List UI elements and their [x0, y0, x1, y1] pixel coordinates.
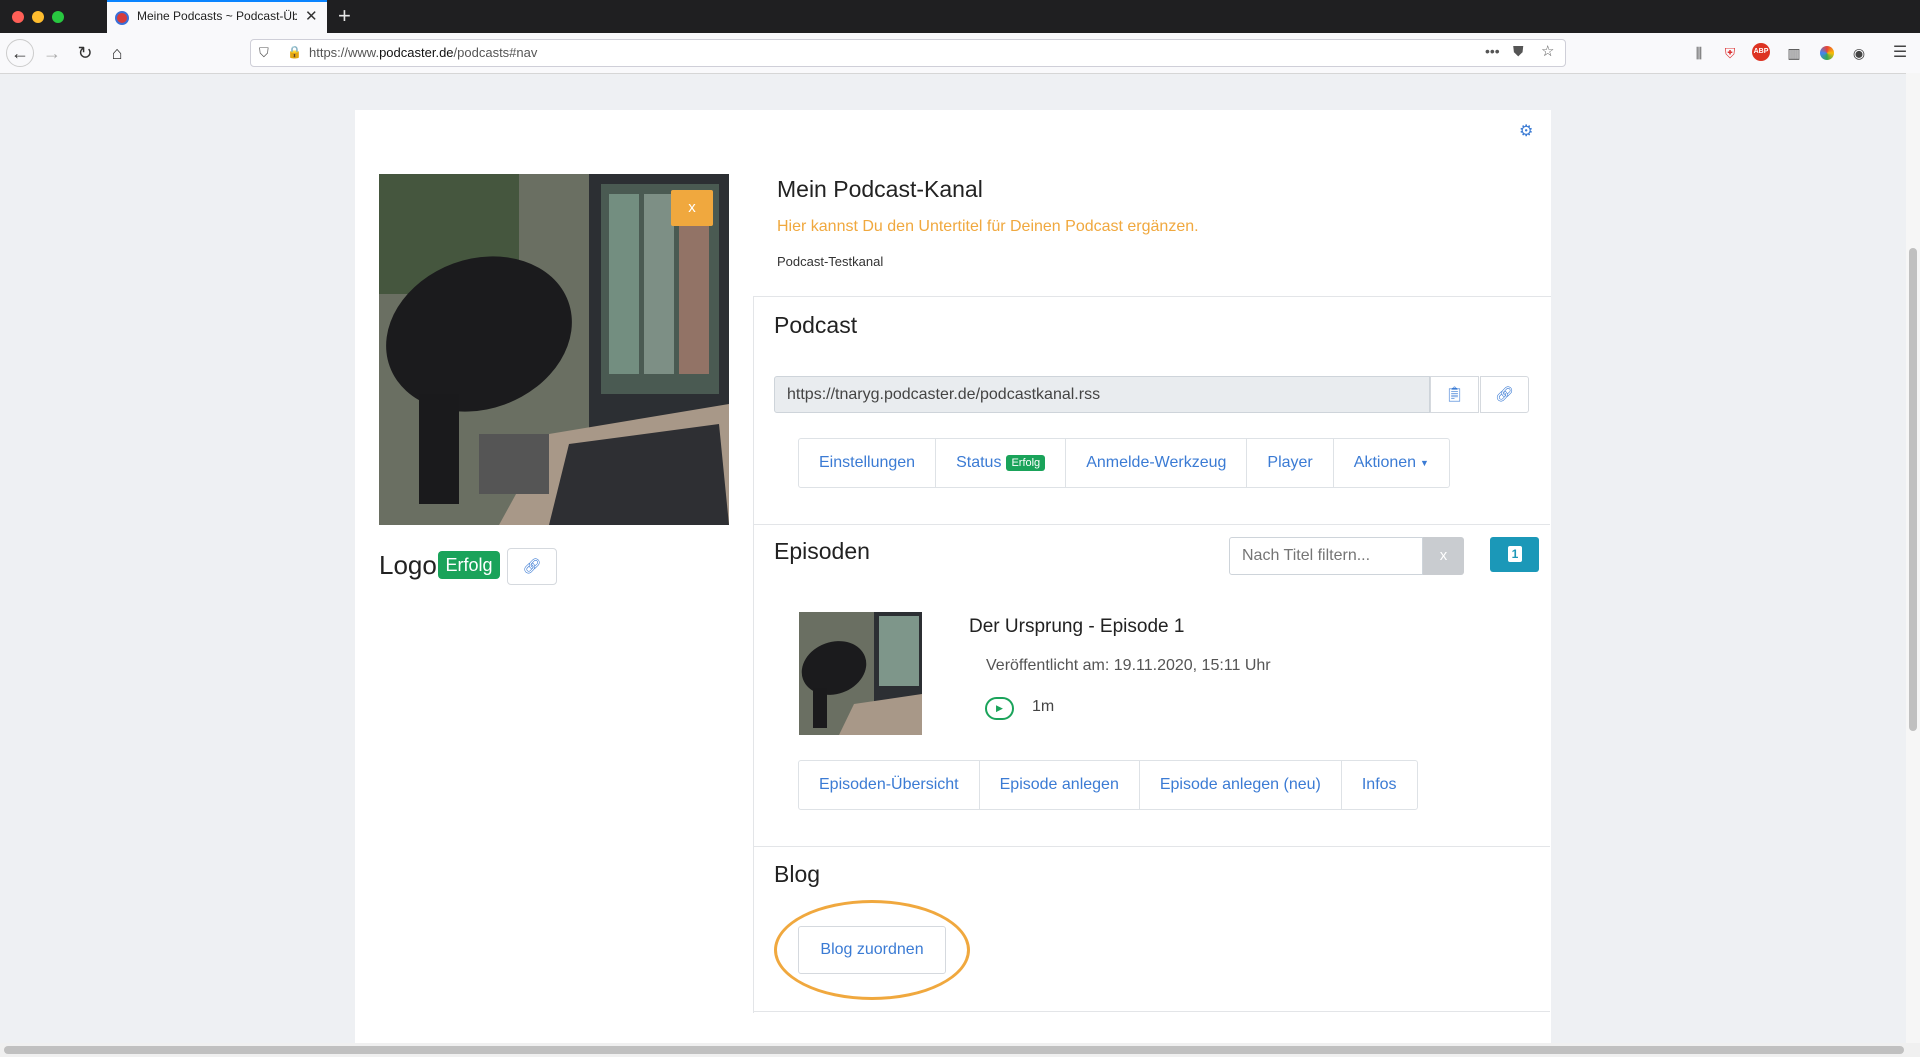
- vertical-scrollbar[interactable]: [1906, 73, 1920, 1043]
- actions-label: Aktionen: [1353, 454, 1417, 471]
- player-tab[interactable]: Player: [1247, 439, 1334, 487]
- logo-label: Logo: [379, 550, 437, 580]
- podcast-status-tab[interactable]: Status Erfolg: [936, 439, 1067, 487]
- horizontal-scrollbar-thumb[interactable]: [4, 1046, 1904, 1054]
- lock-icon[interactable]: 🔒: [287, 45, 302, 59]
- remove-cover-button[interactable]: x: [671, 190, 713, 226]
- link-icon: 🔗︎: [522, 558, 542, 575]
- browser-tab[interactable]: Meine Podcasts ~ Podcast-Übe ✕: [107, 0, 327, 33]
- adblock-icon[interactable]: ABP: [1752, 43, 1770, 61]
- gear-icon[interactable]: ⚙: [1519, 121, 1533, 141]
- episode-title[interactable]: Der Ursprung - Episode 1: [969, 616, 1184, 638]
- feed-url-text: https://tnaryg.podcaster.de/podcastkanal…: [787, 386, 1101, 403]
- status-tab-label: Status: [956, 454, 1002, 471]
- episode-count-button[interactable]: 1: [1490, 537, 1539, 572]
- minimize-window-button[interactable]: [32, 11, 44, 23]
- back-icon[interactable]: ←: [6, 39, 34, 67]
- create-episode-new-tab[interactable]: Episode anlegen (neu): [1140, 761, 1342, 809]
- copy-feed-button[interactable]: 📋︎: [1430, 376, 1479, 413]
- episode-thumbnail[interactable]: [799, 612, 922, 735]
- feed-url-field[interactable]: https://tnaryg.podcaster.de/podcastkanal…: [774, 376, 1430, 413]
- channel-name: Podcast-Testkanal: [777, 254, 884, 269]
- account-icon[interactable]: ◉: [1849, 43, 1869, 63]
- episode-published: Veröffentlicht am: 19.11.2020, 15:11 Uhr: [986, 657, 1271, 674]
- library-icon[interactable]: ⫼: [1689, 43, 1709, 63]
- caret-down-icon: ▼: [1420, 458, 1429, 468]
- section-divider: [753, 846, 1550, 847]
- tab-title: Meine Podcasts ~ Podcast-Übe: [137, 9, 297, 23]
- section-divider: [753, 1011, 1550, 1012]
- url-text[interactable]: https://www.podcaster.de/podcasts#nav: [309, 45, 537, 60]
- browser-tab-bar: Meine Podcasts ~ Podcast-Übe ✕ +: [0, 0, 1920, 33]
- infos-tab[interactable]: Infos: [1342, 761, 1417, 809]
- podcast-heading: Podcast: [774, 312, 858, 338]
- status-badge: Erfolg: [1006, 455, 1046, 471]
- zoom-window-button[interactable]: [52, 11, 64, 23]
- submit-tool-tab[interactable]: Anmelde-Werkzeug: [1066, 439, 1248, 487]
- new-tab-icon[interactable]: +: [338, 3, 351, 29]
- channel-title: Mein Podcast-Kanal: [777, 176, 983, 202]
- address-bar[interactable]: ⛉ 🔒 https://www.podcaster.de/podcasts#na…: [250, 39, 1566, 67]
- pocket-icon[interactable]: ⛊: [1513, 43, 1524, 60]
- play-icon[interactable]: ▶: [985, 697, 1014, 720]
- horizontal-scrollbar[interactable]: [0, 1043, 1920, 1057]
- tab-close-icon[interactable]: ✕: [305, 7, 318, 25]
- shield-icon[interactable]: ⛉: [259, 45, 269, 61]
- open-feed-button[interactable]: 🔗︎: [1480, 376, 1529, 413]
- blog-heading: Blog: [774, 861, 821, 887]
- site-favicon-icon: [115, 11, 129, 25]
- episodes-nav: Episoden-Übersicht Episode anlegen Episo…: [798, 760, 1418, 810]
- episodes-heading: Episoden: [774, 538, 870, 564]
- podcast-nav: Einstellungen Status Erfolg Anmelde-Werk…: [798, 438, 1450, 488]
- forward-icon[interactable]: →: [38, 39, 66, 67]
- browser-toolbar: ← → ↻ ⌂ ⛉ 🔒 https://www.podcaster.de/pod…: [0, 33, 1920, 74]
- highlight-circle: [774, 900, 970, 1000]
- bookmark-star-icon[interactable]: ☆: [1541, 42, 1554, 60]
- episode-filter-input[interactable]: [1229, 537, 1423, 575]
- clear-filter-button[interactable]: x: [1423, 537, 1464, 575]
- episodes-overview-tab[interactable]: Episoden-Übersicht: [799, 761, 980, 809]
- clipboard-icon: 📋︎: [1444, 386, 1465, 403]
- create-episode-tab[interactable]: Episode anlegen: [980, 761, 1140, 809]
- logo-link-button[interactable]: 🔗︎: [507, 548, 557, 585]
- section-divider: [753, 524, 1550, 525]
- page-actions-icon[interactable]: •••: [1485, 43, 1500, 59]
- vertical-scrollbar-thumb[interactable]: [1909, 248, 1917, 731]
- home-icon[interactable]: ⌂: [103, 39, 131, 67]
- menu-icon[interactable]: ☰: [1890, 43, 1910, 63]
- close-window-button[interactable]: [12, 11, 24, 23]
- episode-count: 1: [1508, 546, 1522, 562]
- actions-dropdown[interactable]: Aktionen ▼: [1334, 439, 1449, 487]
- link-icon: 🔗︎: [1494, 386, 1515, 403]
- episode-duration: 1m: [1032, 698, 1055, 715]
- channel-subtitle[interactable]: Hier kannst Du den Untertitel für Deinen…: [777, 218, 1199, 236]
- sidebar-icon[interactable]: ▥: [1784, 43, 1804, 63]
- extension-color-icon[interactable]: [1820, 46, 1834, 60]
- extension-shield-icon[interactable]: ⛨: [1720, 43, 1740, 63]
- reload-icon[interactable]: ↻: [71, 39, 99, 67]
- podcast-settings-tab[interactable]: Einstellungen: [799, 439, 937, 487]
- podcast-cover-image: [379, 174, 729, 525]
- logo-status-badge: Erfolg: [438, 551, 500, 579]
